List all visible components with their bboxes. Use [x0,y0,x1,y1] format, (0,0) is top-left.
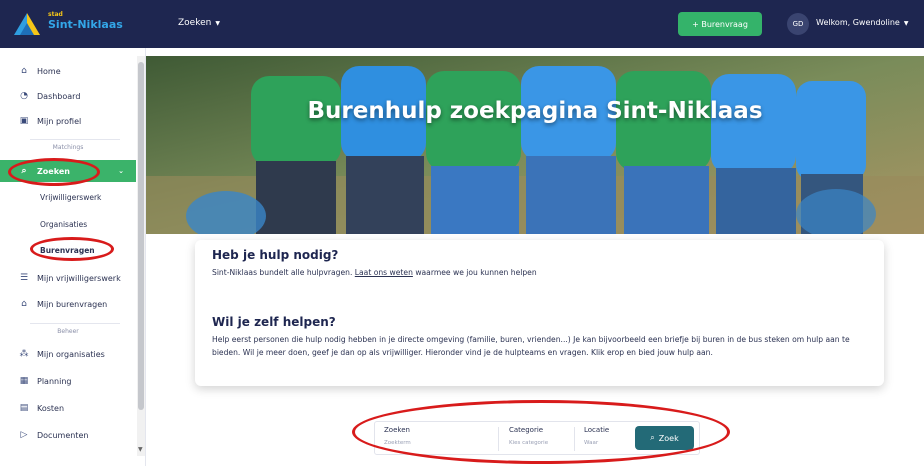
search-divider [574,427,575,451]
top-navbar: stad Sint-Niklaas Zoeken ▼ + Burenvraag G… [0,0,924,48]
sidebar-item-documenten[interactable]: ▷ Documenten [0,424,136,446]
sidebar-item-label: Zoeken [37,166,70,176]
sidebar-item-label: Home [37,66,61,76]
text-hulp-nodig-before: Sint-Niklaas bundelt alle hulpvragen. [212,268,355,277]
id-card-icon: ▣ [19,116,29,126]
volunteers-illustration [146,56,924,234]
avatar[interactable]: GD [787,13,809,35]
laat-ons-weten-link[interactable]: Laat ons weten [355,268,413,277]
nav-zoeken-label: Zoeken [178,18,212,28]
home-icon: ⌂ [21,66,27,76]
search-icon: ⌕ [650,433,655,442]
info-card: Heb je hulp nodig? Sint-Niklaas bundelt … [195,240,884,386]
sidebar-item-mijn-vrijwilligerswerk[interactable]: ☰ Mijn vrijwilligerswerk [0,267,136,289]
search-zoeken-placeholder: Zoekterm [384,440,411,446]
heading-zelf-helpen: Wil je zelf helpen? [212,315,336,329]
sidebar-item-label: Mijn burenvragen [37,299,108,309]
sidebar-item-zoeken[interactable]: ⌕ Zoeken ⌄ [0,160,136,182]
burenvraag-button[interactable]: + Burenvraag [678,12,762,36]
logo-mark-icon [14,13,40,35]
sidebar-item-label: Mijn vrijwilligerswerk [37,273,121,283]
user-menu[interactable]: Welkom, Gwendoline ▼ [816,18,908,27]
search-locatie-field[interactable]: Locatie Waar [584,426,609,446]
search-locatie-placeholder: Waar [584,440,599,446]
sidebar-divider [30,139,120,140]
sidebar-item-home[interactable]: ⌂ Home [0,60,136,82]
logo-stad-text: stad [48,11,63,18]
zoek-button-label: Zoek [658,433,679,443]
hero-title: Burenhulp zoekpagina Sint-Niklaas [307,98,763,124]
search-categorie-placeholder: Kies categorie [509,440,549,446]
sidebar-item-planning[interactable]: ▦ Planning [0,370,136,392]
sidebar-item-dashboard[interactable]: ◔ Dashboard [0,85,136,107]
sidebar-sub-vrijwilligerswerk[interactable]: Vrijwilligerswerk [40,193,101,202]
search-zoeken-field[interactable]: Zoeken Zoekterm [384,426,411,446]
caret-down-icon: ▼ [903,20,909,27]
sidebar-divider [30,323,120,324]
sidebar-item-label: Mijn profiel [37,116,82,126]
chevron-down-icon: ⌄ [118,167,124,175]
section-matchings: Matchings [52,144,84,151]
caret-down-icon: ▼ [215,20,220,27]
list-icon: ☰ [19,273,29,283]
dashboard-icon: ◔ [20,91,28,101]
sidebar-item-label: Planning [37,376,72,386]
sidebar-sub-burenvragen[interactable]: Burenvragen [40,246,95,255]
sidebar-item-label: Dashboard [37,91,81,101]
nav-zoeken-dropdown[interactable]: Zoeken ▼ [178,18,220,28]
receipt-icon: ▤ [19,403,29,413]
sint-niklaas-logo[interactable]: stad Sint-Niklaas [14,11,123,37]
sidebar-item-kosten[interactable]: ▤ Kosten [0,397,136,419]
logo-name-text: Sint-Niklaas [48,18,123,31]
search-locatie-label: Locatie [584,426,610,434]
search-categorie-field[interactable]: Categorie Kies categorie [509,426,548,446]
neighbors-icon: ⌂ [21,299,27,309]
search-zoeken-label: Zoeken [384,426,410,434]
scroll-down-arrow-icon[interactable]: ▼ [138,446,143,453]
sidebar-sub-organisaties[interactable]: Organisaties [40,220,87,229]
sidebar-item-profiel[interactable]: ▣ Mijn profiel [0,110,136,132]
section-beheer: Beheer [57,328,79,335]
search-icon: ⌕ [21,166,27,176]
sidebar: ⌂ Home ◔ Dashboard ▣ Mijn profiel Matchi… [0,48,146,466]
sidebar-item-label: Documenten [37,430,89,440]
welcome-text: Welkom, Gwendoline [816,18,900,27]
zoek-button[interactable]: ⌕ Zoek [635,426,694,450]
sidebar-scroll-thumb[interactable] [138,62,144,410]
sidebar-item-mijn-burenvragen[interactable]: ⌂ Mijn burenvragen [0,293,136,315]
sidebar-item-label: Kosten [37,403,65,413]
heading-hulp-nodig: Heb je hulp nodig? [212,248,339,262]
hero-image [146,56,924,234]
text-hulp-nodig-after: waarmee we jou kunnen helpen [412,268,537,277]
text-zelf-helpen: Help eerst personen die hulp nodig hebbe… [212,335,850,357]
search-categorie-label: Categorie [509,426,544,434]
calendar-icon: ▦ [19,376,29,386]
document-icon: ▷ [20,430,28,440]
sidebar-item-mijn-organisaties[interactable]: ⁂ Mijn organisaties [0,343,136,365]
text-hulp-nodig: Sint-Niklaas bundelt alle hulpvragen. La… [212,266,872,279]
sidebar-item-label: Mijn organisaties [37,349,105,359]
organization-icon: ⁂ [19,349,29,359]
search-divider [498,427,499,451]
